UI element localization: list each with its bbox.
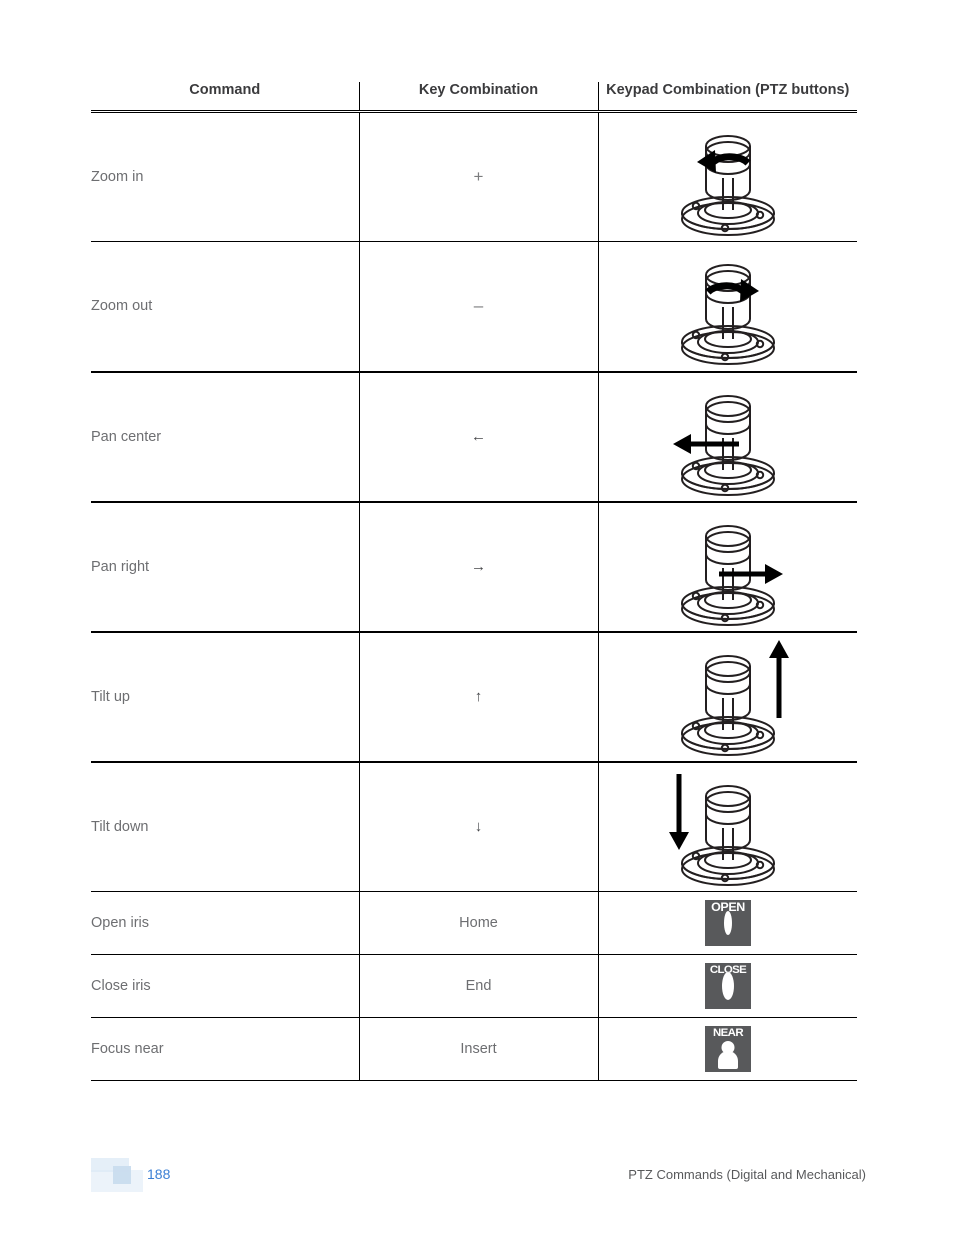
command-label: Zoom in (91, 111, 359, 242)
command-label: Focus near (91, 1017, 359, 1081)
command-label: Close iris (91, 954, 359, 1018)
keypad-illustration-cell: NEAR (597, 1017, 857, 1081)
key-combination-value: ↓ (358, 761, 598, 892)
keypad-illustration-cell (597, 761, 857, 892)
column-header-key-combination: Key Combination (358, 82, 598, 113)
keypad-illustration-cell (597, 241, 857, 373)
open-iris-button-icon: OPEN (704, 900, 751, 946)
keypad-illustration-cell (597, 371, 857, 503)
command-label: Pan right (91, 501, 359, 633)
ptz-commands-table: Command Key Combination Keypad Combinati… (91, 82, 857, 1081)
column-header-keypad-combination: Keypad Combination (PTZ buttons) (597, 82, 857, 113)
document-page: Command Key Combination Keypad Combinati… (0, 0, 954, 1235)
close-iris-button-icon: CLOSE (704, 963, 751, 1009)
command-label: Tilt up (91, 631, 359, 763)
near-person-glyph (705, 1041, 751, 1071)
joystick-move-up-icon (680, 639, 789, 756)
table-row: Open iris Home OPEN (91, 891, 857, 955)
focus-near-button-label: NEAR (712, 1027, 744, 1039)
arrow-down-icon: ↓ (474, 817, 483, 835)
table-row: Tilt up ↑ (91, 631, 857, 763)
table-row: Pan center ← (91, 371, 857, 503)
brand-logo-icon (91, 1158, 147, 1192)
footer-section-title: PTZ Commands (Digital and Mechanical) (628, 1167, 866, 1182)
key-combination-value: End (358, 954, 598, 1018)
keypad-illustration-cell (597, 631, 857, 763)
joystick-move-right-icon (680, 524, 783, 626)
minus-sign-icon: – (473, 296, 484, 316)
command-label: Zoom out (91, 241, 359, 373)
key-combination-value: Home (358, 891, 598, 955)
key-combination-value: – (358, 241, 598, 373)
command-label: Open iris (91, 891, 359, 955)
keypad-illustration-cell (597, 501, 857, 633)
command-label: Pan center (91, 371, 359, 503)
plus-sign-icon: + (473, 167, 484, 186)
page-footer: 188 PTZ Commands (Digital and Mechanical… (91, 1152, 866, 1202)
iris-close-ring (705, 972, 751, 1008)
table-row: Pan right → (91, 501, 857, 633)
arrow-right-icon: → (471, 557, 486, 575)
keypad-illustration-cell: OPEN (597, 891, 857, 955)
key-combination-value: ← (358, 371, 598, 503)
iris-open-ring (705, 911, 751, 945)
table-header-row: Command Key Combination Keypad Combinati… (91, 82, 857, 113)
focus-near-button-icon: NEAR (704, 1026, 751, 1072)
keypad-illustration-cell (597, 111, 857, 242)
table-row: Zoom out – (91, 241, 857, 373)
key-combination-value: + (358, 111, 598, 242)
key-combination-value: → (358, 501, 598, 633)
joystick-move-left-icon (672, 394, 775, 496)
table-row: Zoom in + (91, 111, 857, 242)
key-combination-value: Insert (358, 1017, 598, 1081)
table-row: Close iris End CLOSE (91, 954, 857, 1018)
column-header-command: Command (91, 82, 359, 113)
table-row: Tilt down ↓ (91, 761, 857, 892)
arrow-up-icon: ↑ (474, 687, 483, 705)
joystick-move-down-icon (668, 773, 775, 886)
keypad-illustration-cell: CLOSE (597, 954, 857, 1018)
joystick-rotate-left-icon (680, 135, 775, 236)
joystick-rotate-right-icon (680, 264, 775, 366)
arrow-left-icon: ← (471, 427, 486, 445)
page-number: 188 (147, 1166, 171, 1182)
key-combination-value: ↑ (358, 631, 598, 763)
command-label: Tilt down (91, 761, 359, 892)
table-row: Focus near Insert NEAR (91, 1017, 857, 1081)
